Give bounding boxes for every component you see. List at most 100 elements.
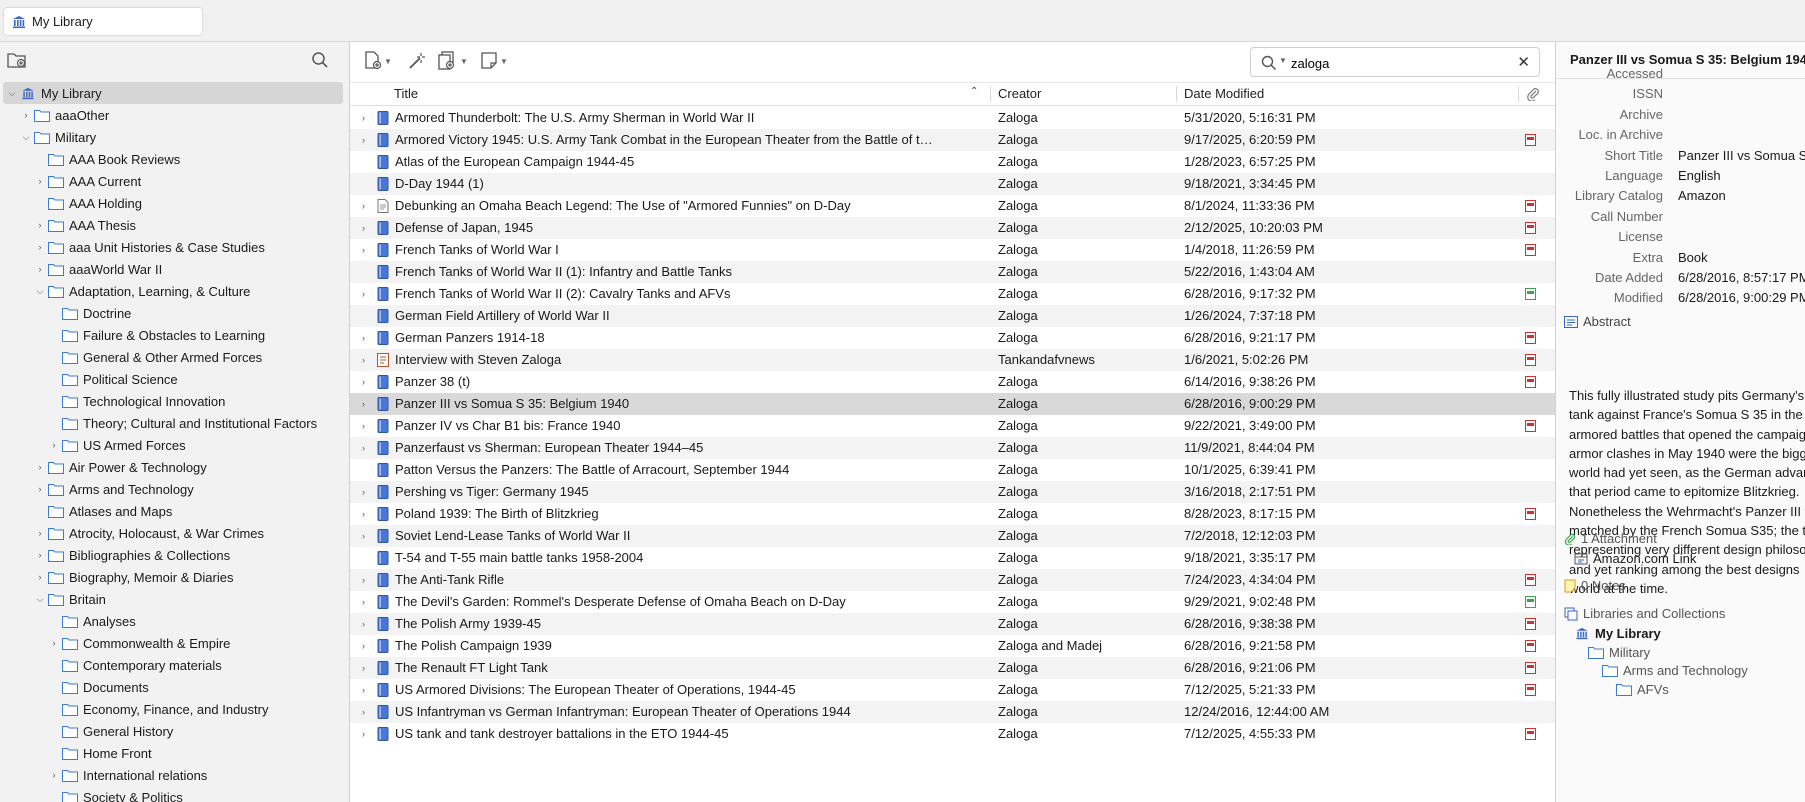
collection-item[interactable]: ⌵ Military: [0, 126, 349, 148]
column-separator[interactable]: [1518, 86, 1519, 102]
item-row[interactable]: › The Polish Army 1939-45 Zaloga 6/28/2016,…: [350, 613, 1555, 635]
chevron-right-icon[interactable]: ›: [362, 591, 365, 613]
collection-item[interactable]: ⌵ My Library: [3, 82, 343, 104]
add-by-identifier-button[interactable]: [407, 51, 427, 71]
item-row[interactable]: French Tanks of World War II (1): Infant…: [350, 261, 1555, 283]
search-mode-chevron-icon[interactable]: ▼: [1279, 56, 1287, 65]
item-collection-entry[interactable]: AFVs: [1616, 682, 1669, 697]
chevron-right-icon[interactable]: ›: [34, 241, 46, 253]
pdf-icon[interactable]: [1525, 574, 1536, 586]
item-collection-entry[interactable]: Military: [1588, 645, 1650, 660]
item-row[interactable]: › The Renault FT Light Tank Zaloga 6/28/201…: [350, 657, 1555, 679]
item-row[interactable]: › US tank and tank destroyer battalions i…: [350, 723, 1555, 745]
new-item-button[interactable]: ▼: [364, 51, 392, 71]
chevron-right-icon[interactable]: ›: [34, 461, 46, 473]
pdf-icon[interactable]: [1525, 618, 1536, 630]
chevron-right-icon[interactable]: ›: [34, 219, 46, 231]
item-collection-entry[interactable]: Arms and Technology: [1602, 663, 1748, 678]
pdf-icon[interactable]: [1525, 508, 1536, 520]
info-field-row[interactable]: Archive: [1556, 107, 1805, 127]
collection-item[interactable]: › Air Power & Technology: [0, 456, 349, 478]
pdf-icon[interactable]: [1525, 244, 1536, 256]
collection-item[interactable]: › AAA Thesis: [0, 214, 349, 236]
epub-icon[interactable]: [1525, 596, 1536, 608]
pdf-icon[interactable]: [1525, 662, 1536, 674]
collection-item[interactable]: Documents: [0, 676, 349, 698]
chevron-right-icon[interactable]: ›: [362, 393, 365, 415]
item-row[interactable]: › US Infantryman vs German Infantryman: E…: [350, 701, 1555, 723]
chevron-right-icon[interactable]: ›: [34, 571, 46, 583]
info-field-row[interactable]: Date Added 6/28/2016, 8:57:17 PM: [1556, 270, 1805, 290]
collection-item[interactable]: Failure & Obstacles to Learning: [0, 324, 349, 346]
pdf-icon[interactable]: [1525, 134, 1536, 146]
notes-section-heading[interactable]: 0 Notes: [1564, 578, 1626, 593]
field-value[interactable]: 6/28/2016, 8:57:17 PM: [1678, 270, 1805, 285]
item-row[interactable]: › Panzerfaust vs Sherman: European Theate…: [350, 437, 1555, 459]
pdf-icon[interactable]: [1525, 332, 1536, 344]
chevron-right-icon[interactable]: ›: [34, 483, 46, 495]
collection-item[interactable]: Society & Politics: [0, 786, 349, 802]
new-note-button[interactable]: ▼: [480, 51, 508, 71]
new-collection-icon[interactable]: [7, 51, 27, 69]
info-field-row[interactable]: Loc. in Archive: [1556, 127, 1805, 147]
item-row[interactable]: › Debunking an Omaha Beach Legend: The Us…: [350, 195, 1555, 217]
chevron-right-icon[interactable]: ›: [362, 239, 365, 261]
info-field-row[interactable]: Language English: [1556, 168, 1805, 188]
clear-search-icon[interactable]: ✕: [1517, 53, 1530, 71]
chevron-right-icon[interactable]: ›: [362, 195, 365, 217]
chevron-right-icon[interactable]: ›: [34, 549, 46, 561]
pdf-icon[interactable]: [1525, 684, 1536, 696]
chevron-right-icon[interactable]: ›: [362, 701, 365, 723]
chevron-down-icon[interactable]: ⌵: [34, 593, 46, 605]
chevron-down-icon[interactable]: ⌵: [34, 285, 46, 297]
collection-item[interactable]: General & Other Armed Forces: [0, 346, 349, 368]
chevron-right-icon[interactable]: ›: [34, 263, 46, 275]
item-row[interactable]: T-54 and T-55 main battle tanks 1958-200…: [350, 547, 1555, 569]
item-row[interactable]: › Defense of Japan, 1945 Zaloga 2/12/2025, …: [350, 217, 1555, 239]
epub-icon[interactable]: [1525, 288, 1536, 300]
chevron-right-icon[interactable]: ›: [362, 283, 365, 305]
collection-item[interactable]: › Bibliographies & Collections: [0, 544, 349, 566]
item-row[interactable]: › German Panzers 1914-18 Zaloga 6/28/2016, …: [350, 327, 1555, 349]
info-field-row[interactable]: Extra Book: [1556, 250, 1805, 270]
chevron-right-icon[interactable]: ›: [362, 657, 365, 679]
search-collections-icon[interactable]: [311, 51, 329, 69]
info-field-row[interactable]: Short Title Panzer III vs Somua S 35: Bel…: [1556, 148, 1805, 168]
chevron-right-icon[interactable]: ›: [362, 415, 365, 437]
collection-item[interactable]: Political Science: [0, 368, 349, 390]
collection-item[interactable]: › Atrocity, Holocaust, & War Crimes: [0, 522, 349, 544]
chevron-right-icon[interactable]: ›: [34, 527, 46, 539]
collection-item[interactable]: › Biography, Memoir & Diaries: [0, 566, 349, 588]
chevron-right-icon[interactable]: ›: [48, 637, 60, 649]
field-value[interactable]: Panzer III vs Somua S 35: Belgium 1940: [1678, 148, 1805, 163]
pdf-icon[interactable]: [1525, 640, 1536, 652]
collection-item[interactable]: Theory; Cultural and Institutional Facto…: [0, 412, 349, 434]
item-row[interactable]: › Panzer IV vs Char B1 bis: France 1940 Za…: [350, 415, 1555, 437]
item-row[interactable]: › US Armored Divisions: The European Thea…: [350, 679, 1555, 701]
chevron-right-icon[interactable]: ›: [362, 371, 365, 393]
item-row[interactable]: › The Polish Campaign 1939 Zaloga and Made…: [350, 635, 1555, 657]
chevron-right-icon[interactable]: ›: [362, 437, 365, 459]
info-field-row[interactable]: Accessed: [1556, 66, 1805, 86]
info-field-row[interactable]: ISSN: [1556, 86, 1805, 106]
pdf-icon[interactable]: [1525, 200, 1536, 212]
collection-item[interactable]: Contemporary materials: [0, 654, 349, 676]
item-row[interactable]: › The Devil's Garden: Rommel's Desperate …: [350, 591, 1555, 613]
attachments-section-heading[interactable]: 1 Attachment: [1564, 531, 1657, 546]
column-date-modified[interactable]: Date Modified: [1176, 83, 1506, 105]
item-row[interactable]: › French Tanks of World War I Zaloga 1/4/20…: [350, 239, 1555, 261]
collection-item[interactable]: › Commonwealth & Empire: [0, 632, 349, 654]
collection-item[interactable]: Economy, Finance, and Industry: [0, 698, 349, 720]
collection-item[interactable]: Home Front: [0, 742, 349, 764]
column-title[interactable]: Title: [386, 83, 896, 105]
abstract-text[interactable]: This fully illustrated study pits German…: [1569, 386, 1805, 598]
collection-item[interactable]: ⌵ Adaptation, Learning, & Culture: [0, 280, 349, 302]
abstract-section-heading[interactable]: Abstract: [1564, 314, 1631, 329]
search-input[interactable]: [1289, 53, 1513, 73]
item-row[interactable]: German Field Artillery of World War II Za…: [350, 305, 1555, 327]
chevron-right-icon[interactable]: ›: [362, 613, 365, 635]
field-value[interactable]: English: [1678, 168, 1721, 183]
collection-item[interactable]: AAA Book Reviews: [0, 148, 349, 170]
info-field-row[interactable]: Call Number: [1556, 209, 1805, 229]
item-collection-entry[interactable]: My Library: [1574, 626, 1661, 641]
